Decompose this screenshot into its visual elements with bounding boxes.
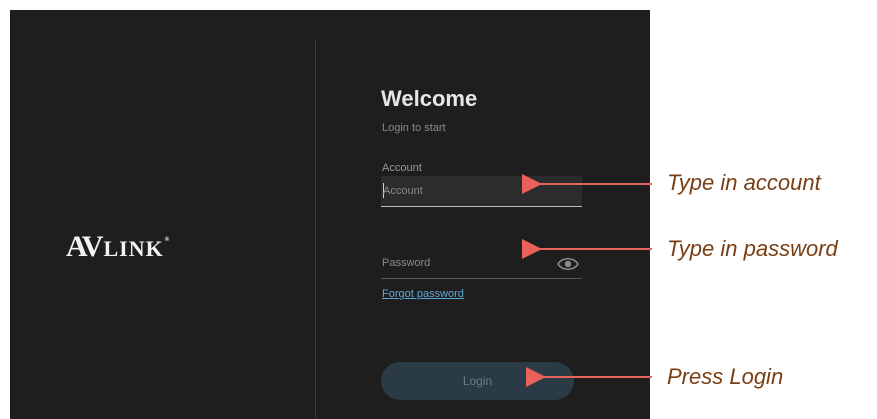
account-label: Account <box>382 162 422 174</box>
logo-registered-mark: ® <box>164 237 171 243</box>
password-input[interactable] <box>382 257 542 269</box>
logo-av: AV <box>66 230 103 263</box>
page-subtitle: Login to start <box>382 122 446 134</box>
login-screen: AV LINK ® Welcome Login to start Account… <box>10 10 650 419</box>
eye-icon[interactable] <box>556 255 580 273</box>
password-field-container[interactable] <box>381 252 582 279</box>
account-field-container[interactable] <box>381 176 582 207</box>
account-instruction: Type in account <box>667 170 821 195</box>
login-button[interactable]: Login <box>381 362 574 400</box>
panel-divider <box>315 39 316 419</box>
login-instruction: Press Login <box>667 364 784 389</box>
page-title: Welcome <box>381 86 478 111</box>
password-instruction: Type in password <box>667 236 838 261</box>
forgot-password-link[interactable]: Forgot password <box>382 288 464 300</box>
logo-link: LINK <box>103 236 164 261</box>
avlink-logo: AV LINK ® <box>66 232 170 264</box>
account-input[interactable] <box>383 185 543 197</box>
